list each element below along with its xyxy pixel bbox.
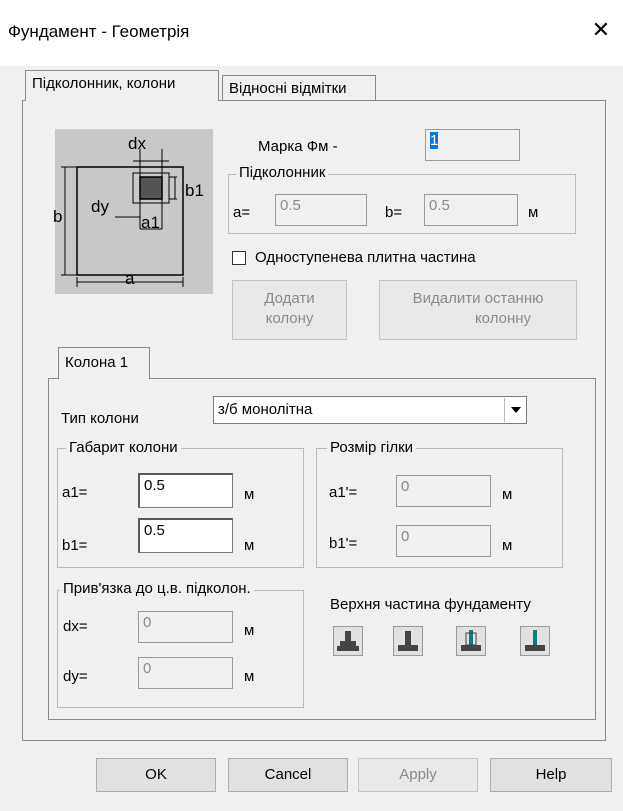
- foundation-type-4-icon[interactable]: [520, 626, 550, 656]
- gabarit-a1-value: 0.5: [144, 477, 165, 494]
- remove-column-button[interactable]: Видалити останню колонну: [379, 280, 577, 340]
- tab-podkolonnik-label: Підколонник, колони: [32, 75, 176, 92]
- marka-value: 1: [430, 132, 439, 149]
- foundation-diagram: dx dy b b1 a1 a: [53, 129, 213, 294]
- branch-a1-value: 0: [401, 478, 410, 495]
- add-column-line1: Додати: [264, 290, 315, 307]
- foundation-type-1-icon[interactable]: [333, 626, 363, 656]
- diagram-label-a1: a1: [141, 213, 160, 232]
- tab-podkolonnik[interactable]: Підколонник, колони: [25, 70, 219, 101]
- tab-relative-marks-label: Відносні відмітки: [229, 80, 347, 97]
- binding-dy-input[interactable]: 0: [138, 657, 233, 689]
- branch-a1-input[interactable]: 0: [396, 475, 491, 507]
- podkolonnik-a-input[interactable]: 0.5: [275, 194, 367, 226]
- single-step-label: Одноступенева плитна частина: [255, 249, 476, 266]
- chevron-down-icon[interactable]: [504, 398, 526, 422]
- branch-b1-value: 0: [401, 528, 410, 545]
- branch-b1-input[interactable]: 0: [396, 525, 491, 557]
- marka-input[interactable]: 1: [425, 129, 520, 161]
- diagram-label-dy: dy: [91, 197, 109, 216]
- marka-label: Марка Фм -: [258, 138, 338, 155]
- gabarit-b1-value: 0.5: [144, 522, 165, 539]
- tab-relative-marks[interactable]: Відносні відмітки: [222, 75, 376, 101]
- binding-dx-value: 0: [143, 614, 152, 631]
- add-column-line2: колону: [265, 310, 314, 327]
- tab-column-1-label: Колона 1: [65, 354, 129, 371]
- remove-column-line2: колонну: [474, 310, 532, 327]
- diagram-label-b: b: [53, 207, 63, 226]
- binding-legend: Прив'язка до ц.в. підколон.: [60, 580, 254, 598]
- ok-button[interactable]: OK: [96, 758, 216, 792]
- podkolonnik-unit: м: [528, 204, 539, 221]
- window-title: Фундамент - Геометрія: [8, 22, 190, 41]
- cancel-button[interactable]: Cancel: [228, 758, 348, 792]
- binding-dy-unit: м: [244, 668, 255, 685]
- help-button[interactable]: Help: [490, 758, 612, 792]
- diagram-label-a: a: [125, 269, 135, 288]
- binding-dy-value: 0: [143, 660, 152, 677]
- binding-dx-unit: м: [244, 622, 255, 639]
- column-type-label: Тип колони: [61, 410, 139, 427]
- title-bar: Фундамент - Геометрія ✕: [0, 0, 623, 66]
- diagram-label-dx: dx: [128, 134, 146, 153]
- binding-group: [57, 590, 304, 708]
- apply-button[interactable]: Apply: [358, 758, 478, 792]
- gabarit-b1-unit: м: [244, 537, 255, 554]
- podkolonnik-b-value: 0.5: [429, 197, 450, 214]
- gabarit-b1-input[interactable]: 0.5: [138, 518, 233, 553]
- podkolonnik-legend: Підколонник: [236, 164, 329, 182]
- gabarit-a1-input[interactable]: 0.5: [138, 473, 233, 508]
- diagram-label-b1: b1: [185, 181, 204, 200]
- branch-a1-unit: м: [502, 486, 513, 503]
- gabarit-b1-label: b1=: [62, 537, 88, 554]
- top-part-label: Верхня частина фундаменту: [330, 596, 531, 613]
- binding-dx-input[interactable]: 0: [138, 611, 233, 643]
- binding-dx-label: dx=: [63, 618, 88, 635]
- podkolonnik-a-label: a=: [233, 204, 251, 221]
- branch-a1-label: a1'=: [329, 484, 358, 501]
- single-step-checkbox[interactable]: [232, 251, 246, 265]
- tab-column-1[interactable]: Колона 1: [58, 347, 150, 379]
- podkolonnik-b-input[interactable]: 0.5: [424, 194, 518, 226]
- gabarit-a1-label: a1=: [62, 484, 88, 501]
- gabarit-a1-unit: м: [244, 486, 255, 503]
- podkolonnik-a-value: 0.5: [280, 197, 301, 214]
- branch-b1-label: b1'=: [329, 535, 358, 552]
- binding-dy-label: dy=: [63, 668, 88, 685]
- add-column-button[interactable]: Додати колону: [232, 280, 347, 340]
- branch-legend: Розмір гілки: [327, 439, 417, 457]
- close-icon[interactable]: ✕: [588, 18, 614, 42]
- column-type-value: з/б монолітна: [218, 401, 313, 418]
- remove-column-line1: Видалити останню: [412, 290, 544, 307]
- podkolonnik-b-label: b=: [385, 204, 403, 221]
- gabarit-legend: Габарит колони: [66, 439, 181, 457]
- foundation-type-2-icon[interactable]: [393, 626, 423, 656]
- foundation-type-3-icon[interactable]: [456, 626, 486, 656]
- column-type-select[interactable]: з/б монолітна: [213, 396, 527, 424]
- branch-b1-unit: м: [502, 537, 513, 554]
